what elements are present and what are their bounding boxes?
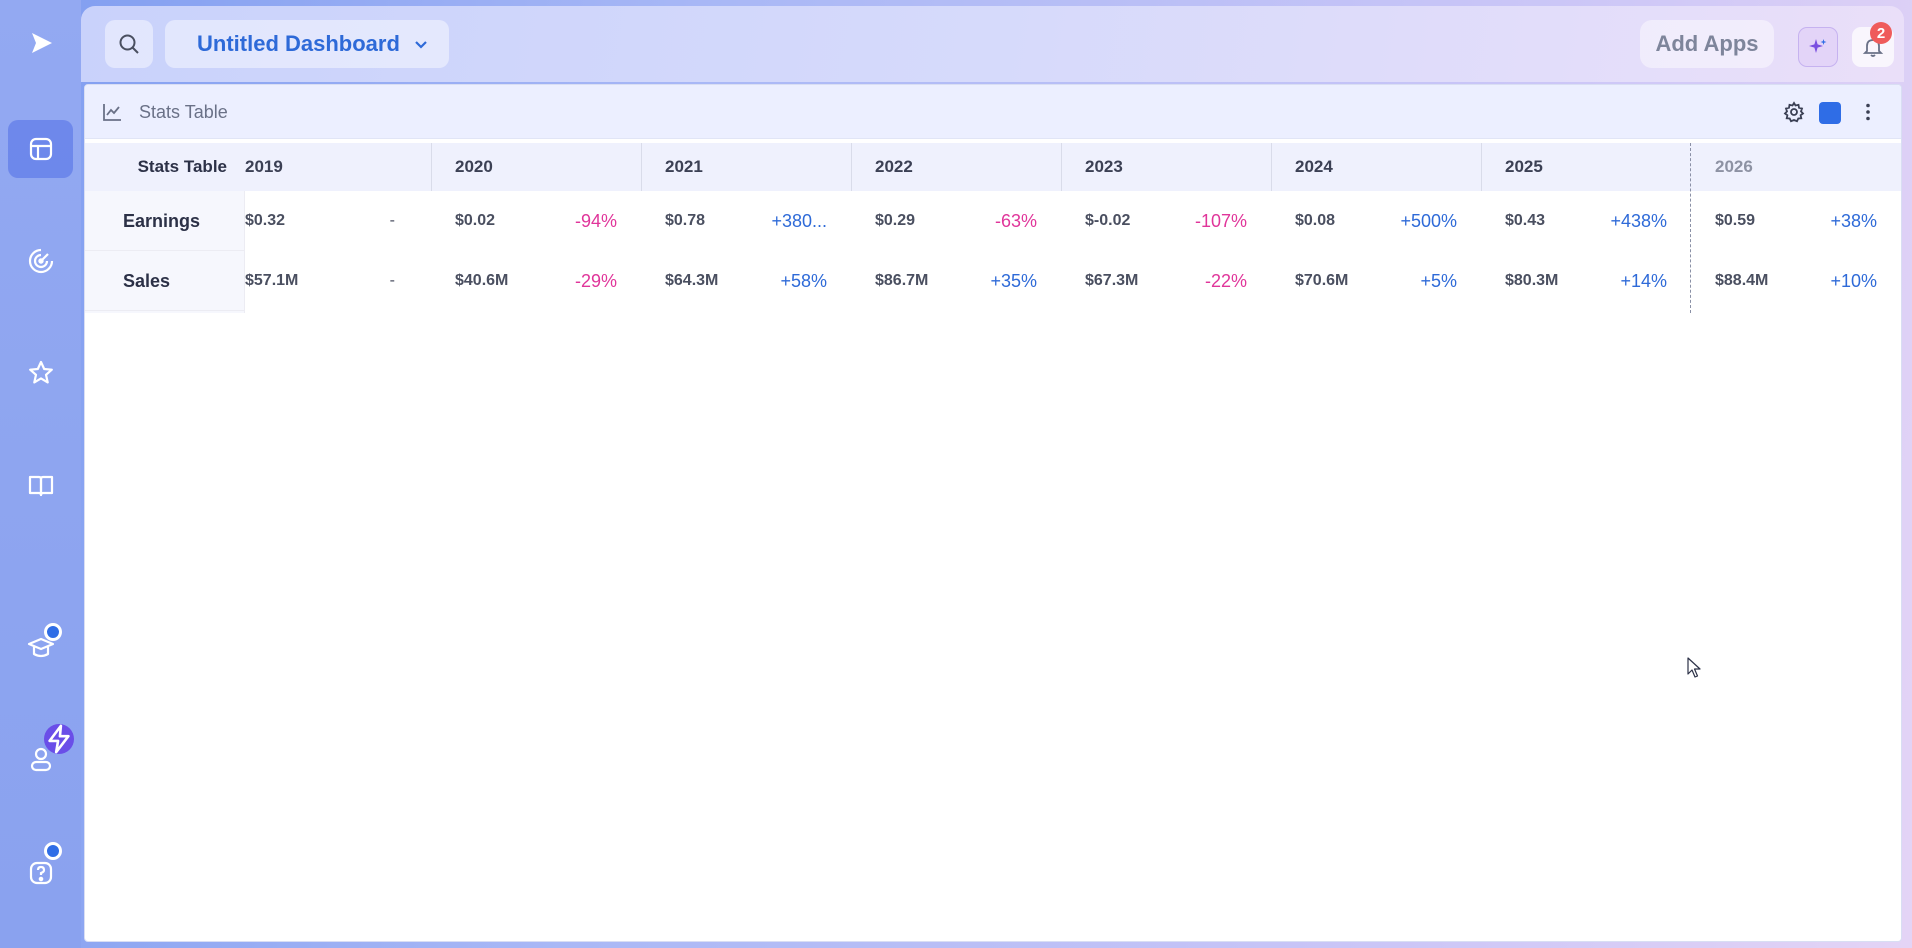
chevron-down-icon — [415, 41, 427, 49]
line-chart-icon — [103, 104, 121, 121]
logo-play-icon — [31, 33, 52, 53]
star-icon — [28, 360, 53, 384]
cell-change: -29% — [574, 271, 617, 291]
cell-value: $64.3M — [665, 272, 719, 289]
stats-table-widget: Stats Table 2019 2020 2021 2022 2023 202… — [84, 84, 1902, 942]
cell-change: +38% — [1830, 211, 1877, 231]
column-divider — [1481, 143, 1482, 191]
notification-dot-icon — [44, 842, 62, 860]
search-icon — [119, 34, 139, 54]
widget-color-swatch[interactable] — [1819, 102, 1841, 124]
cell-change: +58% — [780, 271, 827, 291]
cell-change: +14% — [1620, 271, 1667, 291]
sparkle-icon — [1809, 39, 1827, 53]
cell-value: $0.08 — [1295, 212, 1336, 229]
cell-value: $70.6M — [1295, 272, 1349, 289]
home-logo-button[interactable] — [8, 14, 73, 72]
year-header: 2025 — [1505, 157, 1543, 176]
year-header: 2019 — [245, 157, 283, 176]
column-divider — [851, 143, 852, 191]
sidebar-item-profile[interactable] — [8, 724, 74, 788]
cell-change: +500% — [1400, 211, 1457, 231]
year-header-estimate: 2026 — [1715, 157, 1753, 176]
cell-change: +380... — [771, 211, 827, 231]
notification-count-badge: 2 — [1870, 22, 1892, 44]
radar-icon — [28, 248, 53, 274]
ai-assistant-button[interactable] — [1798, 27, 1838, 67]
cell-change: -107% — [1194, 211, 1247, 231]
column-divider — [641, 143, 642, 191]
cell-value: $0.32 — [245, 212, 286, 229]
search-button[interactable] — [105, 20, 153, 68]
cell-value: $-0.02 — [1085, 212, 1131, 229]
widget-title: Stats Table — [139, 102, 228, 122]
year-header: 2022 — [875, 157, 913, 176]
mouse-cursor-icon — [1687, 657, 1701, 678]
add-apps-button[interactable]: Add Apps — [1640, 20, 1774, 68]
table-row-sales: $57.1M - $40.6M -29% $64.3M +58% $86.7M … — [85, 251, 1901, 311]
notifications-button[interactable]: 2 — [1852, 22, 1894, 67]
cell-change: - — [389, 212, 395, 229]
cell-change: +5% — [1420, 271, 1457, 291]
cell-change: -63% — [994, 211, 1037, 231]
notification-dot-icon — [44, 623, 62, 641]
cell-value: $57.1M — [245, 272, 299, 289]
widget-header: Stats Table — [85, 85, 1901, 139]
cell-value: $0.43 — [1505, 212, 1546, 229]
cell-value: $0.29 — [875, 212, 916, 229]
sidebar — [0, 0, 81, 948]
sidebar-item-library[interactable] — [8, 456, 73, 514]
cell-value: $86.7M — [875, 272, 929, 289]
help-icon — [29, 861, 52, 885]
cell-change: +438% — [1610, 211, 1667, 231]
dashboard-selector[interactable]: Untitled Dashboard — [165, 20, 449, 68]
cell-change: -22% — [1204, 271, 1247, 291]
sidebar-item-favorites[interactable] — [8, 344, 73, 402]
table-header-row: 2019 2020 2021 2022 2023 2024 2025 2026 — [85, 143, 1901, 191]
table-corner-label: Stats Table — [85, 143, 245, 191]
column-divider — [1061, 143, 1062, 191]
gear-icon[interactable] — [1783, 101, 1805, 123]
cell-value: $0.78 — [665, 212, 706, 229]
row-label-sales[interactable]: Sales — [85, 251, 245, 311]
more-vertical-icon[interactable] — [1857, 101, 1879, 123]
sidebar-item-radar[interactable] — [8, 232, 73, 290]
cell-value: $67.3M — [1085, 272, 1139, 289]
cell-change: +10% — [1830, 271, 1877, 291]
sidebar-item-help[interactable] — [8, 842, 73, 902]
column-divider — [431, 143, 432, 191]
cell-value: $88.4M — [1715, 272, 1769, 289]
column-divider — [1271, 143, 1272, 191]
cell-value: $80.3M — [1505, 272, 1559, 289]
cell-change: - — [389, 272, 395, 289]
stats-table: 2019 2020 2021 2022 2023 2024 2025 2026 … — [85, 143, 1901, 323]
row-label-earnings[interactable]: Earnings — [85, 191, 245, 251]
cell-change: +35% — [990, 271, 1037, 291]
row-label-column: Stats Table Earnings Sales — [85, 143, 245, 313]
sidebar-item-dashboard[interactable] — [8, 120, 73, 178]
year-header: 2020 — [455, 157, 493, 176]
top-bar: Untitled Dashboard Add Apps 2 — [81, 6, 1904, 82]
cell-value: $0.02 — [455, 212, 496, 229]
dashboard-name: Untitled Dashboard — [197, 31, 400, 56]
book-icon — [28, 475, 53, 497]
bolt-badge-icon — [44, 724, 74, 754]
cell-value: $40.6M — [455, 272, 509, 289]
table-row-earnings: $0.32 - $0.02 -94% $0.78 +380... $0.29 -… — [85, 191, 1901, 251]
year-header: 2023 — [1085, 157, 1123, 176]
year-header: 2021 — [665, 157, 703, 176]
cell-change: -94% — [574, 211, 617, 231]
sidebar-item-learn[interactable] — [8, 618, 73, 676]
dashboard-icon — [29, 137, 52, 161]
year-header: 2024 — [1295, 157, 1333, 176]
cell-value: $0.59 — [1715, 212, 1756, 229]
